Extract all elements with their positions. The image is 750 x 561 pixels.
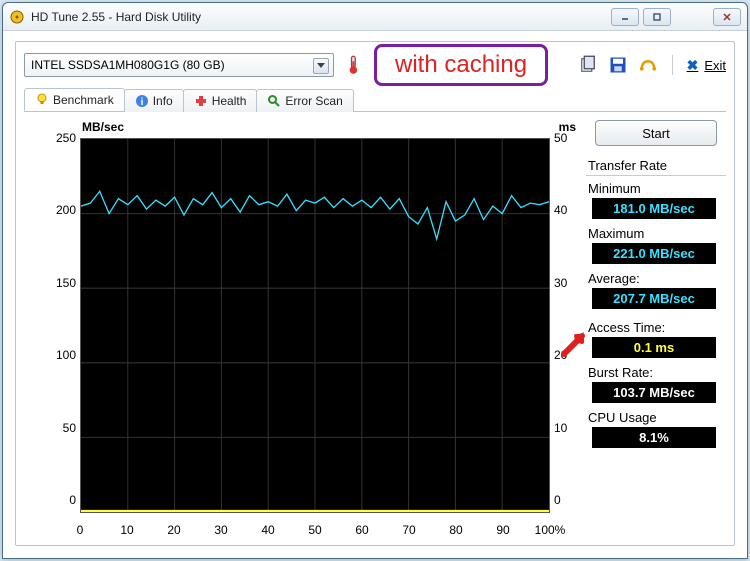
close-x-icon: ✖ (687, 57, 699, 74)
access-label: Access Time: (586, 319, 726, 337)
tab-label: Benchmark (53, 93, 114, 107)
x-tick: 90 (496, 523, 509, 537)
drive-select-value: INTEL SSDSA1MH080G1G (80 GB) (31, 58, 225, 72)
max-value: 221.0 MB/sec (592, 243, 716, 264)
app-icon (9, 9, 25, 25)
save-icon[interactable] (608, 55, 628, 75)
annotation-box: with caching (374, 44, 548, 86)
x-tick: 70 (402, 523, 415, 537)
client-area: INTEL SSDSA1MH080G1G (80 GB) with cachin… (15, 41, 735, 546)
exit-label: Exit (704, 58, 726, 73)
y-left-tick: 50 (36, 421, 76, 435)
results-sidebar: Start Transfer Rate Minimum 181.0 MB/sec… (586, 120, 726, 454)
min-label: Minimum (586, 180, 726, 198)
tab-label: Info (153, 94, 173, 108)
exit-button[interactable]: ✖ Exit (687, 57, 726, 74)
x-tick: 10 (120, 523, 133, 537)
titlebar: HD Tune 2.55 - Hard Disk Utility (3, 3, 747, 31)
y-right-tick: 30 (554, 276, 576, 290)
burst-value: 103.7 MB/sec (592, 382, 716, 403)
x-tick: 40 (261, 523, 274, 537)
arrow-annotation (560, 328, 590, 358)
tab-info[interactable]: i Info (124, 89, 184, 112)
settings-icon[interactable] (638, 55, 658, 75)
tab-health[interactable]: Health (183, 89, 258, 112)
tab-benchmark[interactable]: Benchmark (24, 88, 125, 111)
x-tick: 60 (355, 523, 368, 537)
window-title: HD Tune 2.55 - Hard Disk Utility (31, 10, 611, 24)
copy-icon[interactable] (578, 55, 598, 75)
bulb-icon (35, 93, 49, 107)
x-tick: 50 (308, 523, 321, 537)
x-tick: 30 (214, 523, 227, 537)
start-button[interactable]: Start (595, 120, 717, 146)
access-value: 0.1 ms (592, 337, 716, 358)
magnifier-icon (267, 94, 281, 108)
min-value: 181.0 MB/sec (592, 198, 716, 219)
chart-plot (80, 138, 550, 513)
drive-select[interactable]: INTEL SSDSA1MH080G1G (80 GB) (24, 53, 334, 77)
maximize-button[interactable] (643, 8, 671, 26)
y-left-unit: MB/sec (82, 120, 124, 134)
transfer-legend: Transfer Rate (586, 158, 726, 175)
tab-error-scan[interactable]: Error Scan (256, 89, 353, 112)
cpu-label: CPU Usage (586, 409, 726, 427)
y-left-tick: 150 (36, 276, 76, 290)
thermometer-icon[interactable] (344, 55, 364, 75)
y-right-tick: 0 (554, 493, 576, 507)
max-label: Maximum (586, 225, 726, 243)
info-icon: i (135, 94, 149, 108)
y-left-tick: 200 (36, 203, 76, 217)
y-left-tick: 0 (36, 493, 76, 507)
separator (672, 55, 673, 75)
chart-svg (81, 139, 549, 512)
chart-area: MB/sec ms 250200150100500504030201000 (36, 120, 576, 537)
minimize-button[interactable] (611, 8, 639, 26)
y-left-tick: 100 (36, 348, 76, 362)
x-tick: 0 (77, 523, 84, 537)
y-left-tick: 250 (36, 131, 76, 145)
tab-label: Error Scan (285, 94, 342, 108)
x-tick: 20 (167, 523, 180, 537)
tab-label: Health (212, 94, 247, 108)
y-right-tick: 40 (554, 203, 576, 217)
cpu-value: 8.1% (592, 427, 716, 448)
avg-value: 207.7 MB/sec (592, 288, 716, 309)
x-tick: 80 (449, 523, 462, 537)
y-right-tick: 10 (554, 421, 576, 435)
svg-text:i: i (140, 97, 143, 108)
burst-label: Burst Rate: (586, 364, 726, 382)
chevron-down-icon (313, 58, 329, 74)
y-right-tick: 50 (554, 131, 576, 145)
app-window: HD Tune 2.55 - Hard Disk Utility INTEL S… (2, 2, 748, 559)
avg-label: Average: (586, 270, 726, 288)
annotation-text: with caching (395, 51, 527, 78)
tabs: Benchmark i Info Health Error Scan (24, 88, 726, 112)
close-button[interactable] (713, 8, 741, 26)
health-icon (194, 94, 208, 108)
x-tick: 100% (535, 523, 566, 537)
